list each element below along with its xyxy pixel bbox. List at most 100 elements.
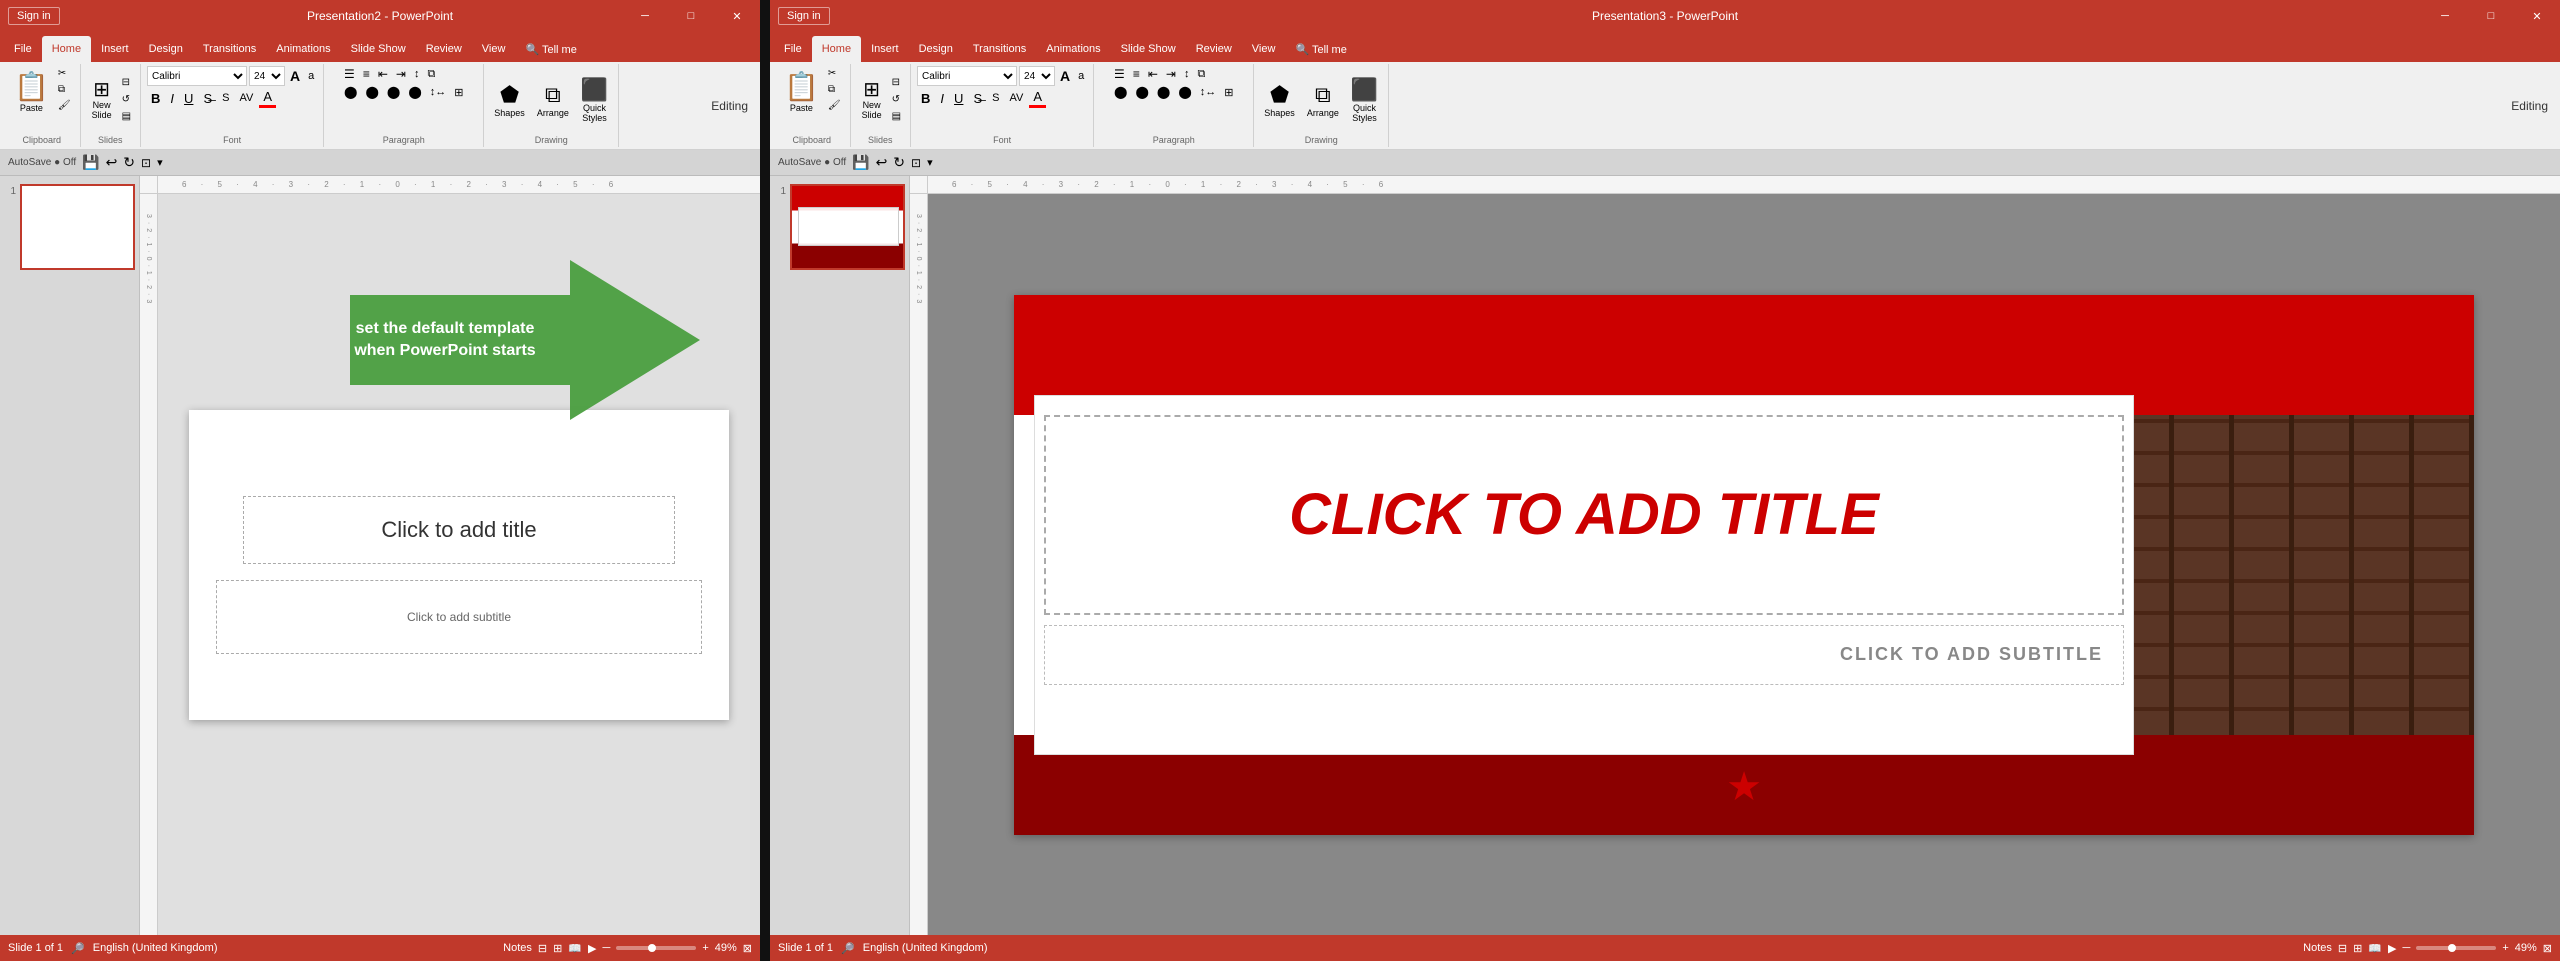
normal-view-right[interactable]: ⊟	[2338, 942, 2347, 955]
window-minimize-left[interactable]: ─	[622, 0, 668, 32]
indent-inc-btn-left[interactable]: ⇥	[393, 66, 409, 82]
shapes-btn-right[interactable]: ⬟ Shapes	[1260, 79, 1299, 121]
bullets-btn-left[interactable]: ☰	[341, 66, 358, 82]
title-text-box-right[interactable]: CLICK TO ADD TITLE	[1044, 415, 2124, 615]
columns-btn-left[interactable]: ⧉	[424, 67, 438, 82]
align-right-btn-left[interactable]: ⬤	[384, 84, 403, 100]
bullets-btn-right[interactable]: ☰	[1111, 66, 1128, 82]
quick-styles-btn-left[interactable]: ⬛ Quick Styles	[577, 74, 612, 126]
tab-animations-left[interactable]: Animations	[266, 36, 340, 62]
fit-slide-right[interactable]: ⊠	[2543, 942, 2552, 955]
window-minimize-right[interactable]: ─	[2422, 0, 2468, 32]
tab-transitions-left[interactable]: Transitions	[193, 36, 266, 62]
bold-btn-right[interactable]: B	[917, 90, 934, 107]
slide-layout-btn[interactable]: ⊟	[119, 75, 134, 90]
redo-btn-right[interactable]: ↻	[893, 154, 905, 171]
tab-insert-right[interactable]: Insert	[861, 36, 909, 62]
qat-more-right[interactable]: ▾	[927, 156, 933, 169]
presenter-btn-left[interactable]: ⊡	[141, 156, 151, 170]
indent-dec-btn-right[interactable]: ⇤	[1145, 66, 1161, 82]
align-left-btn-right[interactable]: ⬤	[1111, 84, 1130, 100]
tab-review-right[interactable]: Review	[1186, 36, 1242, 62]
justify-btn-right[interactable]: ⬤	[1175, 84, 1194, 100]
tab-file-right[interactable]: File	[774, 36, 812, 62]
line-spacing-btn-right[interactable]: ↕↔	[1197, 85, 1220, 99]
window-maximize-right[interactable]: □	[2468, 0, 2514, 32]
font-family-select-left[interactable]: Calibri	[147, 66, 247, 86]
font-color-btn-left[interactable]: A	[259, 88, 276, 108]
new-slide-button-right[interactable]: ⊞ New Slide	[857, 77, 887, 123]
undo-btn-right[interactable]: ↩	[876, 154, 888, 171]
accessibility-icon-right[interactable]: 🔎	[841, 942, 855, 955]
language-right[interactable]: English (United Kingdom)	[863, 942, 988, 954]
copy-button-right[interactable]: ⧉	[825, 82, 844, 97]
slide-thumbnail-1[interactable]	[20, 184, 135, 270]
align-right-btn-right[interactable]: ⬤	[1154, 84, 1173, 100]
redo-btn-left[interactable]: ↻	[123, 154, 135, 171]
text-dir-btn-right[interactable]: ↕	[1181, 67, 1193, 81]
slide-sorter-left[interactable]: ⊞	[553, 942, 562, 955]
char-spacing-btn-left[interactable]: AV	[235, 91, 257, 105]
align-left-btn-left[interactable]: ⬤	[341, 84, 360, 100]
undo-btn-left[interactable]: ↩	[106, 154, 118, 171]
tab-design-right[interactable]: Design	[909, 36, 963, 62]
presenter-btn-right[interactable]: ⊡	[911, 156, 921, 170]
reading-view-right[interactable]: 📖	[2368, 942, 2382, 955]
sign-in-button-left[interactable]: Sign in	[8, 7, 60, 25]
indent-inc-btn-right[interactable]: ⇥	[1163, 66, 1179, 82]
paste-button-right[interactable]: 📋 Paste	[780, 66, 823, 133]
tab-design-left[interactable]: Design	[139, 36, 193, 62]
indent-dec-btn-left[interactable]: ⇤	[375, 66, 391, 82]
italic-btn-right[interactable]: I	[936, 90, 948, 107]
language-left[interactable]: English (United Kingdom)	[93, 942, 218, 954]
justify-btn-left[interactable]: ⬤	[405, 84, 424, 100]
window-close-left[interactable]: ✕	[714, 0, 760, 32]
save-btn-right[interactable]: 💾	[852, 154, 869, 171]
copy-button-left[interactable]: ⧉	[55, 82, 74, 97]
tab-home-right[interactable]: Home	[812, 36, 861, 62]
notes-btn-left[interactable]: Notes	[503, 942, 532, 954]
zoom-in-left[interactable]: +	[702, 942, 708, 954]
underline-btn-right[interactable]: U	[950, 90, 967, 107]
tab-transitions-right[interactable]: Transitions	[963, 36, 1036, 62]
zoom-slider-left[interactable]	[616, 946, 696, 950]
zoom-slider-right[interactable]	[2416, 946, 2496, 950]
format-painter-left[interactable]: 🖌	[55, 98, 74, 113]
slide-section-btn-right[interactable]: ▤	[889, 109, 904, 124]
slide-reset-btn-right[interactable]: ↺	[889, 92, 904, 107]
fit-slide-left[interactable]: ⊠	[743, 942, 752, 955]
numbering-btn-right[interactable]: ≡	[1130, 66, 1143, 82]
window-maximize-left[interactable]: □	[668, 0, 714, 32]
align-center-btn-right[interactable]: ⬤	[1132, 84, 1151, 100]
zoom-in-right[interactable]: +	[2502, 942, 2508, 954]
font-size-down-left[interactable]: a	[305, 69, 317, 83]
tab-slideshow-right[interactable]: Slide Show	[1111, 36, 1186, 62]
smartart-btn-right[interactable]: ⊞	[1221, 85, 1236, 100]
quick-styles-btn-right[interactable]: ⬛ Quick Styles	[1347, 74, 1382, 126]
tab-view-right[interactable]: View	[1242, 36, 1286, 62]
font-size-select-right[interactable]: 24	[1019, 66, 1055, 86]
font-size-up-left[interactable]: A	[287, 67, 303, 85]
align-center-btn-left[interactable]: ⬤	[362, 84, 381, 100]
new-slide-button-left[interactable]: ⊞ New Slide	[87, 77, 117, 123]
bold-btn-left[interactable]: B	[147, 90, 164, 107]
numbering-btn-left[interactable]: ≡	[360, 66, 373, 82]
text-shadow-btn-left[interactable]: S	[218, 91, 233, 105]
tab-slideshow-left[interactable]: Slide Show	[341, 36, 416, 62]
arrange-btn-right[interactable]: ⧉ Arrange	[1303, 79, 1343, 121]
reading-view-left[interactable]: 📖	[568, 942, 582, 955]
font-size-up-right[interactable]: A	[1057, 67, 1073, 85]
tab-review-left[interactable]: Review	[416, 36, 472, 62]
slideshow-view-left[interactable]: ▶	[588, 942, 596, 955]
shapes-btn-left[interactable]: ⬟ Shapes	[490, 79, 529, 121]
slide-sorter-right[interactable]: ⊞	[2353, 942, 2362, 955]
sign-in-button-right[interactable]: Sign in	[778, 7, 830, 25]
slide-thumbnail-right-1[interactable]	[790, 184, 905, 270]
tab-home-left[interactable]: Home	[42, 36, 91, 62]
tab-tellme-left[interactable]: 🔍 Tell me	[515, 36, 586, 62]
italic-btn-left[interactable]: I	[166, 90, 178, 107]
slideshow-view-right[interactable]: ▶	[2388, 942, 2396, 955]
qat-more-left[interactable]: ▾	[157, 156, 163, 169]
font-color-btn-right[interactable]: A	[1029, 88, 1046, 108]
subtitle-text-box-right[interactable]: CLICK TO ADD SUBTITLE	[1044, 625, 2124, 685]
